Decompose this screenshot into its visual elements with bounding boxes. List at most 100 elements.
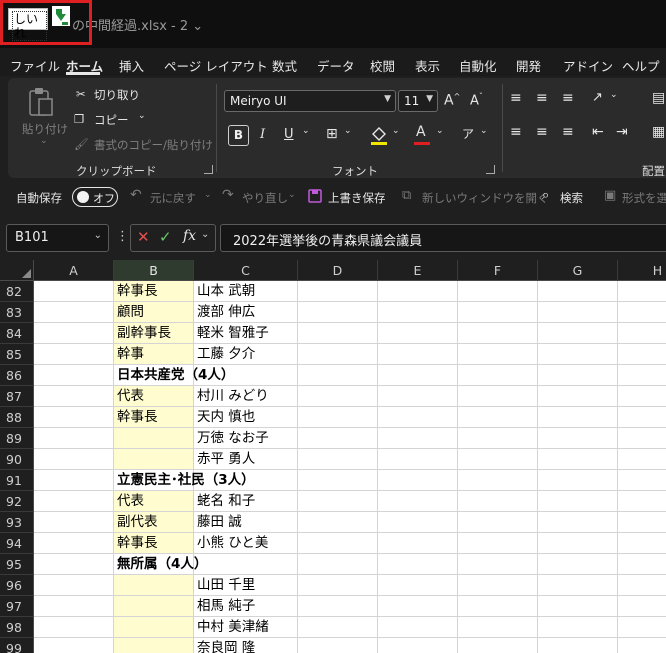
cell[interactable]: [378, 575, 458, 596]
font-color-icon[interactable]: A: [416, 124, 426, 140]
align-bottom-icon[interactable]: ≡: [562, 90, 574, 106]
cell[interactable]: [298, 470, 378, 491]
cell[interactable]: [298, 365, 378, 386]
cell[interactable]: [538, 281, 618, 302]
row-header[interactable]: 98: [0, 617, 34, 638]
cell[interactable]: [298, 428, 378, 449]
cell[interactable]: [378, 596, 458, 617]
name-cell[interactable]: 奈良岡 隆: [194, 638, 298, 653]
name-cell[interactable]: 天内 慎也: [194, 407, 298, 428]
select-all-corner[interactable]: [0, 260, 34, 281]
cell[interactable]: [458, 428, 538, 449]
cell[interactable]: [34, 323, 114, 344]
name-cell[interactable]: 蛯名 和子: [194, 491, 298, 512]
cell[interactable]: [618, 302, 666, 323]
cell[interactable]: [298, 596, 378, 617]
search-button[interactable]: 検索: [560, 190, 583, 206]
new-window-button[interactable]: 新しいウィンドウを開く: [422, 190, 549, 206]
increase-font-size-icon[interactable]: A^: [444, 92, 460, 109]
cell[interactable]: [618, 575, 666, 596]
enter-check-icon[interactable]: ✓: [159, 228, 172, 246]
cell[interactable]: [458, 470, 538, 491]
cell[interactable]: [538, 638, 618, 653]
cell[interactable]: [618, 512, 666, 533]
cell[interactable]: [458, 281, 538, 302]
name-cell[interactable]: 軽米 智雅子: [194, 323, 298, 344]
cell[interactable]: [298, 407, 378, 428]
cell[interactable]: [618, 533, 666, 554]
cell[interactable]: [378, 533, 458, 554]
role-cell[interactable]: [114, 428, 194, 449]
role-cell[interactable]: [114, 449, 194, 470]
column-header-g[interactable]: G: [538, 260, 618, 281]
cell[interactable]: [458, 617, 538, 638]
cell[interactable]: [298, 449, 378, 470]
chevron-down-icon[interactable]: ⌄: [201, 229, 209, 240]
cell[interactable]: [538, 491, 618, 512]
cell[interactable]: [538, 596, 618, 617]
cell[interactable]: [538, 344, 618, 365]
name-cell[interactable]: 万徳 なお子: [194, 428, 298, 449]
tab-9[interactable]: 開発: [516, 56, 541, 75]
cell[interactable]: [458, 491, 538, 512]
row-header[interactable]: 93: [0, 512, 34, 533]
cell[interactable]: [378, 617, 458, 638]
cell[interactable]: [538, 470, 618, 491]
role-cell[interactable]: [114, 596, 194, 617]
tab-4[interactable]: 数式: [272, 56, 297, 75]
merge-cells-icon[interactable]: ▦: [652, 124, 665, 140]
cell[interactable]: [34, 470, 114, 491]
cell[interactable]: [34, 407, 114, 428]
cell[interactable]: [458, 638, 538, 653]
chevron-down-icon[interactable]: ⌄: [392, 126, 400, 136]
cell[interactable]: [458, 302, 538, 323]
tab-11[interactable]: ヘルプ: [622, 56, 660, 75]
copy-button[interactable]: コピー: [94, 112, 129, 128]
cell[interactable]: [458, 344, 538, 365]
cell[interactable]: [298, 617, 378, 638]
chevron-down-icon[interactable]: ⌄: [436, 126, 444, 136]
align-center-icon[interactable]: ≡: [536, 124, 548, 140]
role-cell[interactable]: 幹事長: [114, 407, 194, 428]
tab-8[interactable]: 自動化: [459, 56, 497, 75]
cell[interactable]: [458, 554, 538, 575]
cell[interactable]: [618, 323, 666, 344]
role-cell[interactable]: 幹事: [114, 344, 194, 365]
cell[interactable]: [298, 281, 378, 302]
align-middle-icon[interactable]: ≡: [536, 90, 548, 106]
decrease-indent-icon[interactable]: ⇤: [592, 124, 604, 140]
cell[interactable]: [458, 512, 538, 533]
align-top-icon[interactable]: ≡: [510, 90, 522, 106]
cell[interactable]: [618, 365, 666, 386]
cell[interactable]: [378, 449, 458, 470]
cell[interactable]: [298, 533, 378, 554]
cell[interactable]: [538, 512, 618, 533]
chevron-down-icon[interactable]: ⌄: [610, 90, 618, 100]
phonetic-icon[interactable]: ア: [462, 125, 474, 142]
row-header[interactable]: 90: [0, 449, 34, 470]
cell[interactable]: [538, 449, 618, 470]
cell[interactable]: [458, 407, 538, 428]
cell[interactable]: [618, 596, 666, 617]
redo-button[interactable]: やり直し: [242, 190, 288, 206]
cell[interactable]: [538, 533, 618, 554]
autosave-toggle[interactable]: オフ: [72, 187, 118, 207]
row-header[interactable]: 86: [0, 365, 34, 386]
cell[interactable]: [538, 386, 618, 407]
cell[interactable]: [34, 596, 114, 617]
cell[interactable]: [34, 638, 114, 653]
name-cell[interactable]: 藤田 誠: [194, 512, 298, 533]
cell[interactable]: [618, 470, 666, 491]
worksheet-grid[interactable]: A B C D E F G H 82 幹事長 山本 武朝 83 顧問 渡部 伸広 84 副幹事長 軽米 智雅子 8…: [0, 260, 666, 653]
row-header[interactable]: 87: [0, 386, 34, 407]
cell[interactable]: [378, 428, 458, 449]
tab-10[interactable]: アドイン: [563, 56, 613, 75]
chevron-down-icon[interactable]: ⌄: [138, 111, 146, 121]
fill-color-icon[interactable]: [370, 124, 388, 146]
tab-5[interactable]: データ: [317, 56, 355, 75]
cell[interactable]: [618, 617, 666, 638]
cell[interactable]: [34, 281, 114, 302]
font-dialog-launcher[interactable]: [486, 165, 495, 174]
role-cell[interactable]: 代表: [114, 386, 194, 407]
name-box[interactable]: B101 ⌄: [6, 224, 109, 252]
